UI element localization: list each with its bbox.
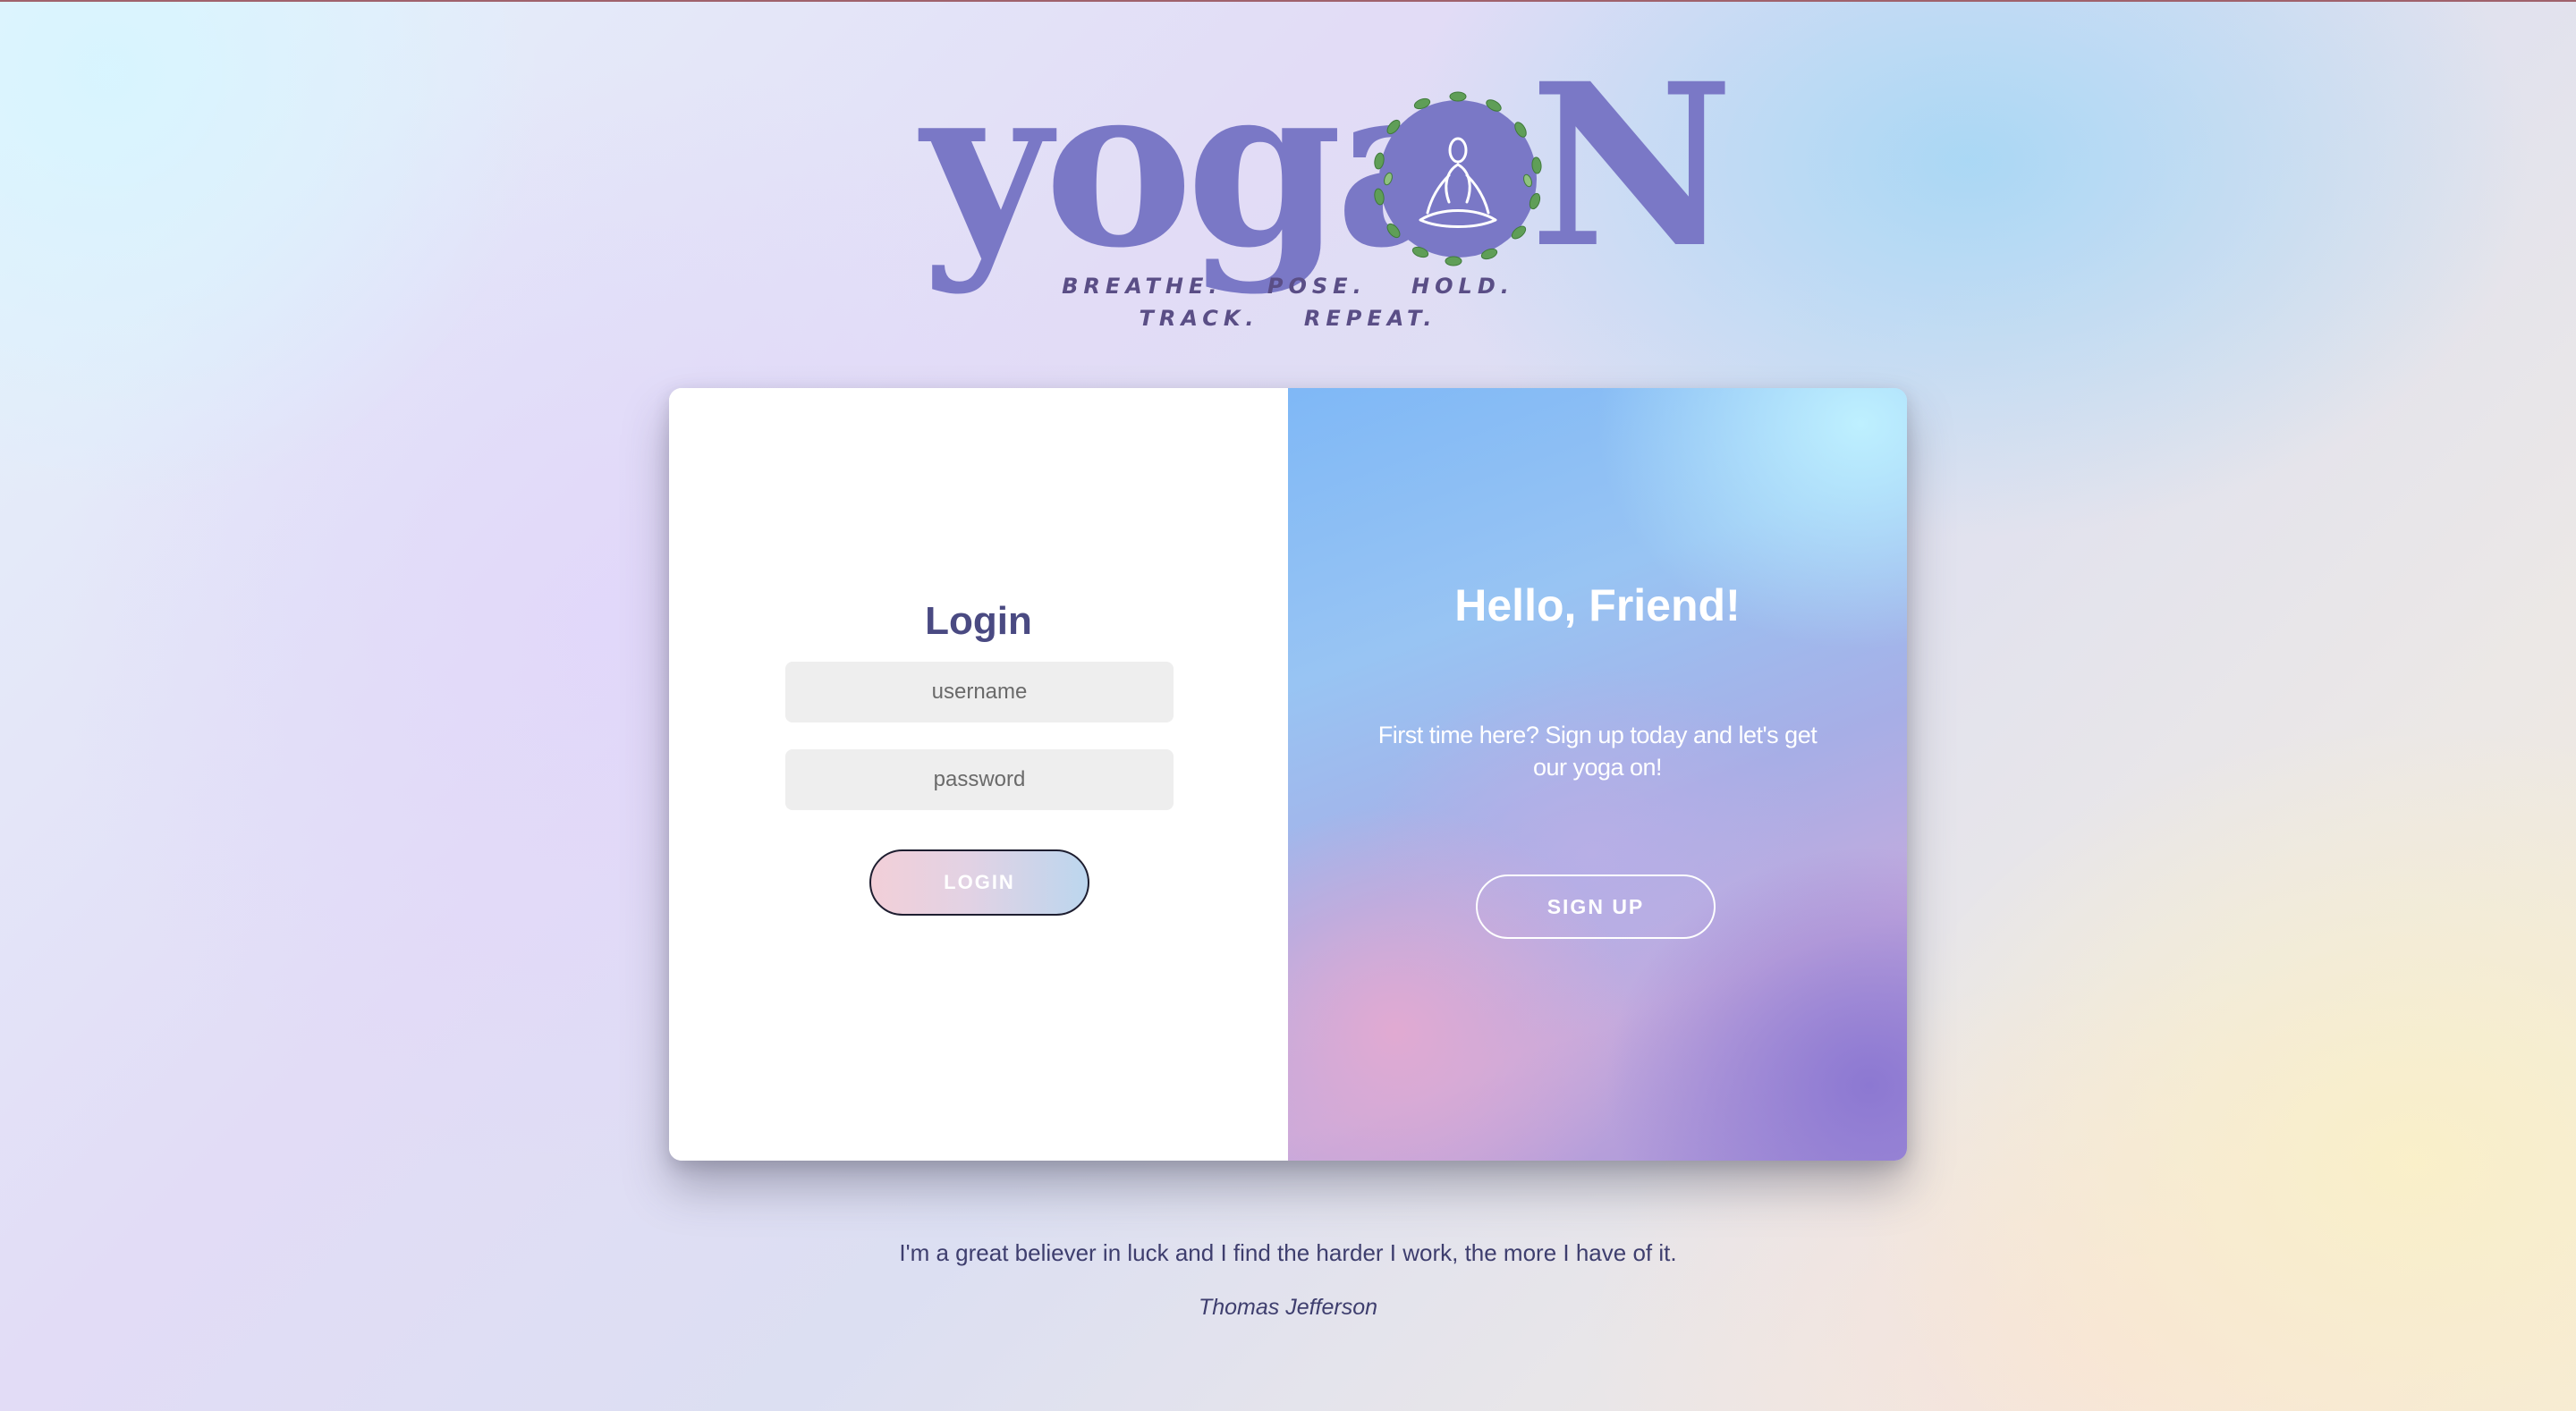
tagline-line-1: BREATHE. POSE. HOLD. [975, 274, 1601, 299]
quote-author: Thomas Jefferson [1198, 1295, 1378, 1320]
username-input[interactable] [785, 662, 1174, 722]
signup-title: Hello, Friend! [1454, 580, 1741, 630]
login-panel: Login LOGIN [669, 388, 1288, 1161]
tagline-line-2: TRACK. REPEAT. [975, 306, 1601, 331]
quote-text: I'm a great believer in luck and I find … [899, 1239, 1677, 1266]
tagline-word: TRACK. [1139, 306, 1259, 331]
tagline-word: BREATHE. [1062, 274, 1223, 299]
password-input[interactable] [785, 749, 1174, 810]
auth-card: Login LOGIN Hello, Friend! First time he… [669, 388, 1907, 1161]
login-title: Login [925, 599, 1032, 643]
tagline-word: HOLD. [1411, 274, 1514, 299]
signup-panel: Hello, Friend! First time here? Sign up … [1288, 388, 1907, 1161]
signup-button[interactable]: SIGN UP [1476, 874, 1716, 939]
signup-description: First time here? Sign up today and let's… [1377, 722, 1818, 781]
meditation-wreath-icon [1374, 91, 1542, 266]
tagline-word: POSE. [1267, 274, 1367, 299]
tagline-word: REPEAT. [1303, 306, 1437, 331]
logo-letter-n: N [1530, 34, 1734, 297]
login-button[interactable]: LOGIN [869, 849, 1089, 916]
top-border-line [0, 0, 2576, 2]
